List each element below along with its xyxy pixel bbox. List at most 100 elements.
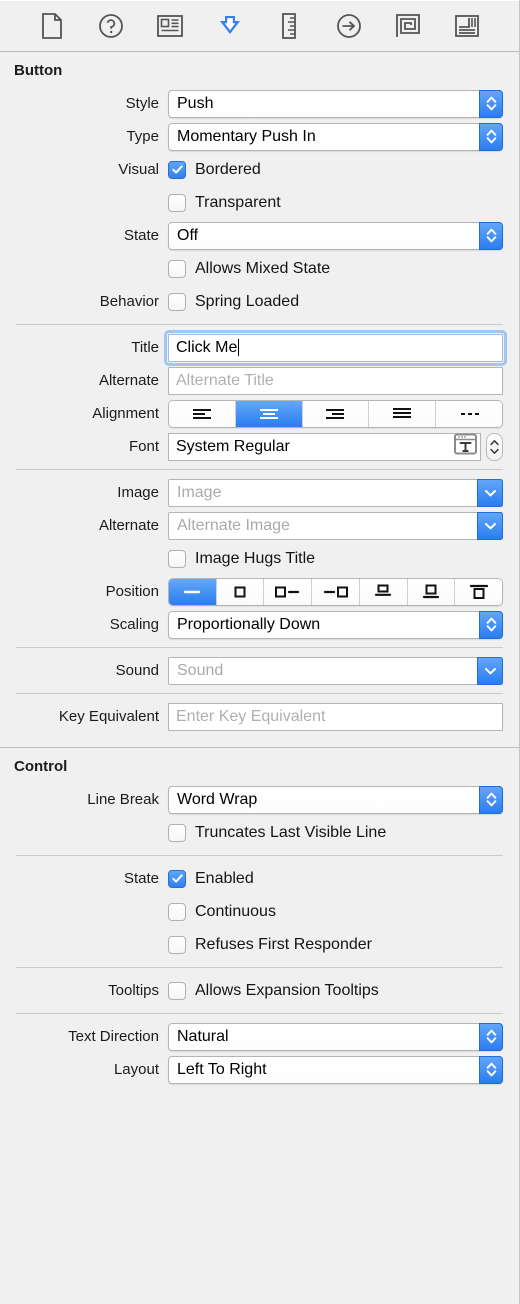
chevron-updown-icon [479,610,503,639]
row-layout: Layout Left To Right [0,1053,519,1086]
chevron-updown-icon [479,1055,503,1084]
allows-mixed-state-checkbox[interactable]: Allows Mixed State [168,259,330,278]
image-hugs-title-label: Image Hugs Title [195,549,316,567]
text-caret [238,339,240,356]
bordered-checkbox[interactable]: Bordered [168,160,261,179]
connections-inspector-icon [336,13,362,39]
enabled-checkbox[interactable]: Enabled [168,869,254,888]
allows-expansion-tooltips-checkbox[interactable]: Allows Expansion Tooltips [168,981,379,1000]
spacer-label [0,824,168,841]
row-position: Position [0,575,519,608]
sound-combo-box[interactable]: Sound [168,656,503,685]
position-image-above-segment[interactable] [359,578,408,605]
continuous-label: Continuous [195,902,276,920]
identity-inspector-icon [157,14,184,37]
key-equivalent-input[interactable]: Enter Key Equivalent [168,702,503,731]
scaling-popup-button[interactable]: Proportionally Down [168,610,503,639]
spacer-label [0,260,168,277]
type-popup-button[interactable]: Momentary Push In [168,122,503,151]
tab-file-inspector[interactable] [35,9,69,43]
attributes-inspector-panel: Button Style Push Type Momentary Push In [0,0,520,1304]
image-combo-box[interactable]: Image [168,478,503,507]
image-label: Image [117,484,159,501]
tab-quick-help-inspector[interactable] [94,9,128,43]
font-panel-icon[interactable] [454,433,477,460]
position-image-right-segment[interactable] [312,578,360,605]
align-justified-icon [393,407,412,418]
align-center-segment[interactable] [235,400,303,427]
position-image-below-segment[interactable] [407,578,456,605]
position-image-only-segment[interactable] [216,578,265,605]
align-right-segment[interactable] [302,400,370,427]
inspector-tab-bar [0,0,519,52]
align-left-icon [192,408,211,419]
font-size-stepper[interactable] [486,432,503,461]
continuous-checkbox[interactable]: Continuous [168,902,276,921]
row-visual-bordered: Visual Bordered [0,153,519,186]
tab-identity-inspector[interactable] [153,9,187,43]
spacer-label [0,194,168,211]
checkbox-box [168,549,186,568]
divider [16,1013,503,1014]
alternate-image-combo-box[interactable]: Alternate Image [168,511,503,540]
style-label: Style [125,95,159,112]
line-break-popup-button[interactable]: Word Wrap [168,785,503,814]
transparent-checkbox[interactable]: Transparent [168,193,281,212]
position-image-overlaps-segment[interactable] [455,578,502,605]
view-effects-inspector-icon [455,14,480,37]
scaling-label: Scaling [109,616,159,633]
font-field[interactable]: System Regular [168,432,481,461]
text-direction-value: Natural [177,1027,229,1045]
align-justified-segment[interactable] [369,400,437,427]
alignment-segmented-control[interactable] [168,399,503,428]
attributes-inspector-icon [217,13,243,39]
title-input[interactable]: Click Me [164,329,507,366]
alignment-label: Alignment [92,405,159,422]
tab-size-inspector[interactable] [272,9,306,43]
divider [16,967,503,968]
row-image-hugs-title: Image Hugs Title [0,542,519,575]
divider [16,855,503,856]
checkbox-box [168,193,186,212]
title-label: Title [131,339,159,356]
image-hugs-title-checkbox[interactable]: Image Hugs Title [168,549,316,568]
row-text-direction: Text Direction Natural [0,1020,519,1053]
size-inspector-icon [282,12,297,39]
alternate-title-input[interactable]: Alternate Title [168,366,503,395]
tab-attributes-inspector[interactable] [213,9,247,43]
chevron-updown-icon [479,122,503,151]
row-style: Style Push [0,87,519,120]
state-popup-button[interactable]: Off [168,221,503,250]
style-value: Push [177,94,214,112]
tab-view-effects-inspector[interactable] [450,9,484,43]
truncates-checkbox[interactable]: Truncates Last Visible Line [168,823,387,842]
chevron-down-icon [477,511,503,540]
tab-connections-inspector[interactable] [332,9,366,43]
alternate-title-label: Alternate [98,372,159,389]
position-image-left-segment[interactable] [264,578,313,605]
align-natural-segment[interactable] [436,400,502,427]
chevron-updown-icon [479,89,503,118]
align-left-segment[interactable] [169,400,236,427]
divider [16,469,503,470]
row-truncates: Truncates Last Visible Line [0,816,519,849]
position-segmented-control[interactable] [168,577,503,606]
tab-bindings-inspector[interactable] [391,9,425,43]
row-line-break: Line Break Word Wrap [0,783,519,816]
layout-popup-button[interactable]: Left To Right [168,1055,503,1084]
spring-loaded-label: Spring Loaded [195,292,300,310]
line-break-value: Word Wrap [177,790,258,808]
text-direction-popup-button[interactable]: Natural [168,1022,503,1051]
state-value: Off [177,226,199,244]
refuses-first-responder-checkbox[interactable]: Refuses First Responder [168,935,372,954]
style-popup-button[interactable]: Push [168,89,503,118]
position-title-only-segment[interactable] [169,578,217,605]
truncates-label: Truncates Last Visible Line [195,823,387,841]
chevron-down-icon [477,478,503,507]
checkbox-box [168,823,186,842]
spacer-label [0,936,168,953]
divider [16,324,503,325]
row-scaling: Scaling Proportionally Down [0,608,519,641]
spring-loaded-checkbox[interactable]: Spring Loaded [168,292,300,311]
checkbox-box [168,160,186,179]
